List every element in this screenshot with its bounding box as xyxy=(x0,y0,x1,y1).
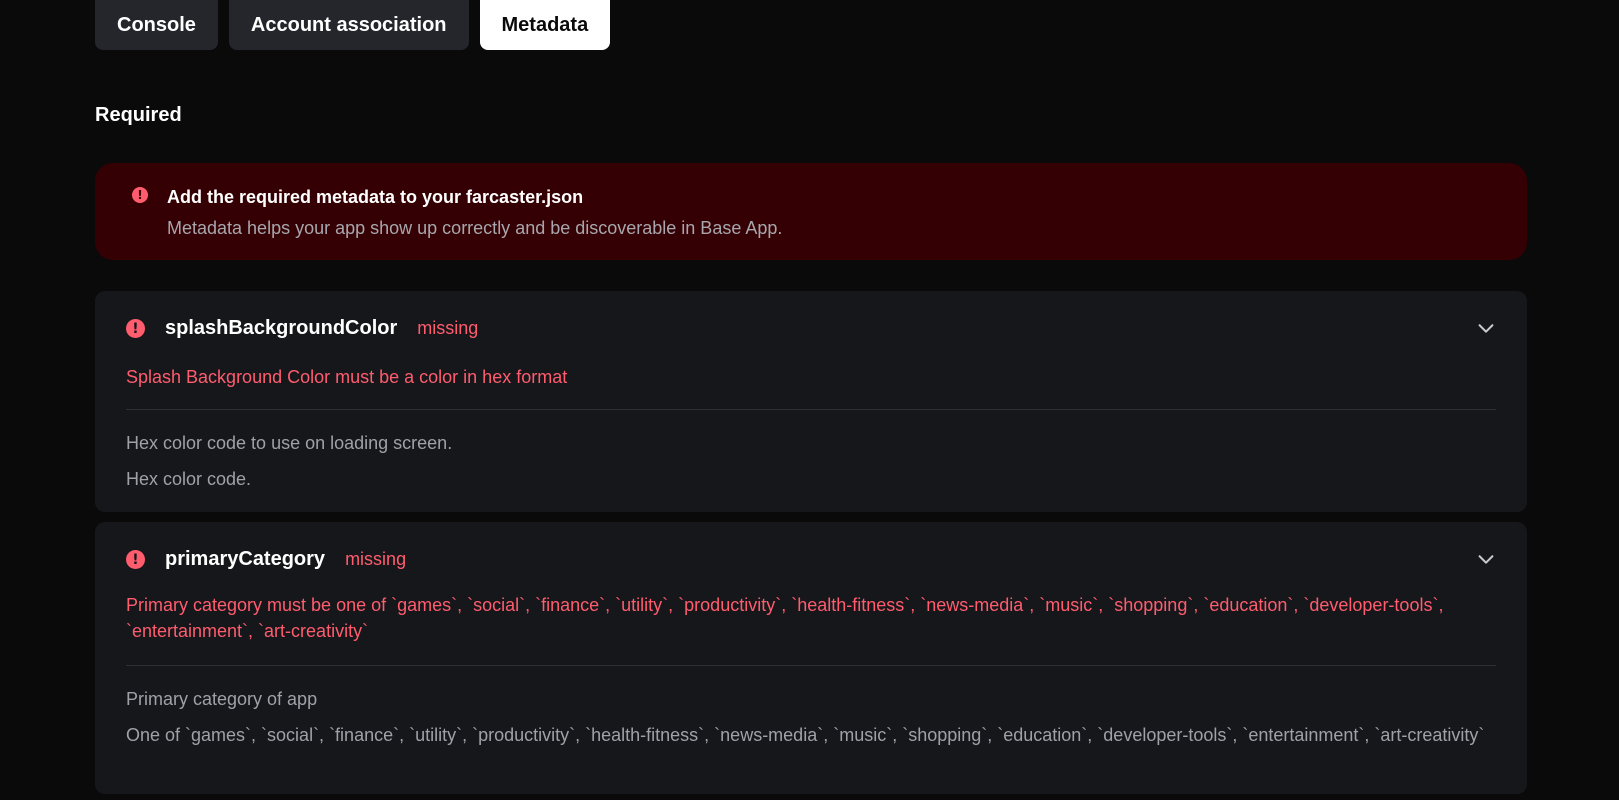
metadata-page: Console Account association Metadata Req… xyxy=(0,0,1619,800)
tab-account-association[interactable]: Account association xyxy=(228,0,469,50)
info-icon: ! xyxy=(132,187,148,203)
field-card-splash-background-color: ! splashBackgroundColor missing Splash B… xyxy=(95,291,1527,512)
field-description: Primary category of app xyxy=(126,689,318,709)
field-card-primary-category: ! primaryCategory missing Primary catego… xyxy=(95,522,1527,794)
divider xyxy=(126,409,1496,410)
error-icon: ! xyxy=(126,550,145,569)
section-title: Required xyxy=(95,104,182,126)
field-error-message: Primary category must be one of `games`,… xyxy=(126,595,1444,641)
field-hint: One of `games`, `social`, `finance`, `ut… xyxy=(126,725,1485,745)
chevron-down-icon[interactable] xyxy=(1475,317,1497,339)
status-badge: missing xyxy=(345,549,407,569)
required-metadata-alert: ! Add the required metadata to your farc… xyxy=(95,163,1527,260)
tab-metadata[interactable]: Metadata xyxy=(479,0,611,50)
field-hint: Hex color code. xyxy=(126,469,252,489)
field-error-message: Splash Background Color must be a color … xyxy=(126,367,568,387)
field-card-header[interactable]: ! primaryCategory missing xyxy=(126,548,406,571)
tab-console[interactable]: Console xyxy=(95,0,218,50)
alert-title: Add the required metadata to your farcas… xyxy=(167,187,584,207)
chevron-down-icon[interactable] xyxy=(1475,548,1497,570)
field-name: splashBackgroundColor xyxy=(165,317,398,339)
field-name: primaryCategory xyxy=(165,548,326,570)
alert-description: Metadata helps your app show up correctl… xyxy=(167,218,783,238)
field-card-header[interactable]: ! splashBackgroundColor missing xyxy=(126,317,478,340)
divider xyxy=(126,665,1496,666)
tab-bar: Console Account association Metadata xyxy=(95,0,611,50)
field-description: Hex color code to use on loading screen. xyxy=(126,433,453,453)
status-badge: missing xyxy=(417,318,479,338)
error-icon: ! xyxy=(126,319,145,338)
